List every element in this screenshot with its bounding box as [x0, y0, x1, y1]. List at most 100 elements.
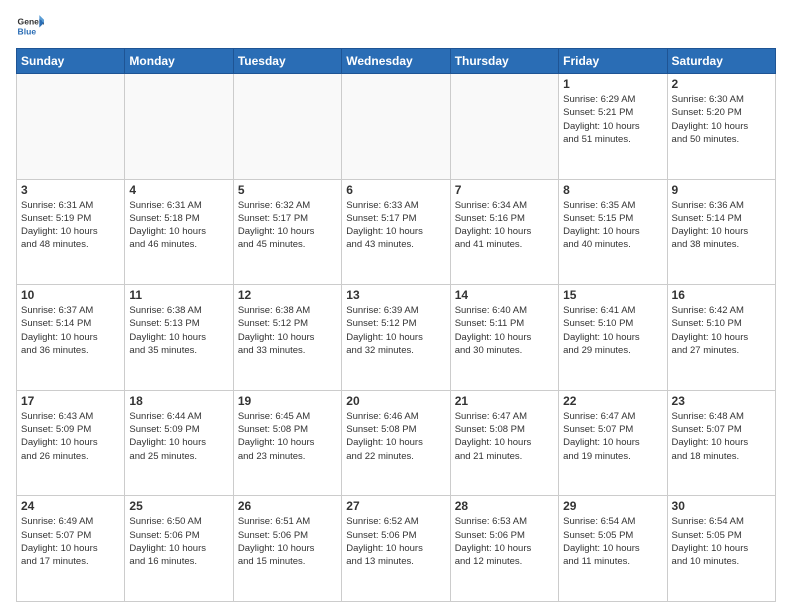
day-number: 29 [563, 499, 662, 513]
day-number: 17 [21, 394, 120, 408]
weekday-header-saturday: Saturday [667, 49, 775, 74]
weekday-header-monday: Monday [125, 49, 233, 74]
day-number: 11 [129, 288, 228, 302]
cell-info: Sunrise: 6:50 AM Sunset: 5:06 PM Dayligh… [129, 515, 228, 568]
calendar-cell: 16 Sunrise: 6:42 AM Sunset: 5:10 PM Dayli… [667, 285, 775, 391]
cell-info: Sunrise: 6:45 AM Sunset: 5:08 PM Dayligh… [238, 410, 337, 463]
day-number: 3 [21, 183, 120, 197]
cell-info: Sunrise: 6:35 AM Sunset: 5:15 PM Dayligh… [563, 199, 662, 252]
cell-info: Sunrise: 6:38 AM Sunset: 5:12 PM Dayligh… [238, 304, 337, 357]
calendar-cell: 1 Sunrise: 6:29 AM Sunset: 5:21 PM Daylig… [559, 74, 667, 180]
cell-info: Sunrise: 6:54 AM Sunset: 5:05 PM Dayligh… [563, 515, 662, 568]
cell-info: Sunrise: 6:29 AM Sunset: 5:21 PM Dayligh… [563, 93, 662, 146]
cell-info: Sunrise: 6:34 AM Sunset: 5:16 PM Dayligh… [455, 199, 554, 252]
weekday-header-row: SundayMondayTuesdayWednesdayThursdayFrid… [17, 49, 776, 74]
day-number: 7 [455, 183, 554, 197]
cell-info: Sunrise: 6:44 AM Sunset: 5:09 PM Dayligh… [129, 410, 228, 463]
cell-info: Sunrise: 6:31 AM Sunset: 5:19 PM Dayligh… [21, 199, 120, 252]
calendar-cell: 9 Sunrise: 6:36 AM Sunset: 5:14 PM Daylig… [667, 179, 775, 285]
calendar-cell: 13 Sunrise: 6:39 AM Sunset: 5:12 PM Dayli… [342, 285, 450, 391]
day-number: 14 [455, 288, 554, 302]
calendar-cell: 30Sunrise: 6:54 AM Sunset: 5:05 PM Dayli… [667, 496, 775, 602]
day-number: 10 [21, 288, 120, 302]
calendar-cell [17, 74, 125, 180]
logo: General Blue [16, 12, 44, 40]
calendar-cell: 28 Sunrise: 6:53 AM Sunset: 5:06 PM Dayli… [450, 496, 558, 602]
cell-info: Sunrise: 6:54 AM Sunset: 5:05 PM Dayligh… [672, 515, 771, 568]
day-number: 25 [129, 499, 228, 513]
cell-info: Sunrise: 6:46 AM Sunset: 5:08 PM Dayligh… [346, 410, 445, 463]
day-number: 6 [346, 183, 445, 197]
calendar-week-row: 24 Sunrise: 6:49 AM Sunset: 5:07 PM Dayli… [17, 496, 776, 602]
day-number: 2 [672, 77, 771, 91]
cell-info: Sunrise: 6:36 AM Sunset: 5:14 PM Dayligh… [672, 199, 771, 252]
calendar-cell: 21Sunrise: 6:47 AM Sunset: 5:08 PM Dayli… [450, 390, 558, 496]
svg-text:Blue: Blue [18, 27, 37, 37]
day-number: 5 [238, 183, 337, 197]
day-number: 13 [346, 288, 445, 302]
weekday-header-thursday: Thursday [450, 49, 558, 74]
cell-info: Sunrise: 6:39 AM Sunset: 5:12 PM Dayligh… [346, 304, 445, 357]
page: General Blue SundayMondayTuesdayWednesda… [0, 0, 792, 612]
calendar-cell: 19 Sunrise: 6:45 AM Sunset: 5:08 PM Dayli… [233, 390, 341, 496]
day-number: 8 [563, 183, 662, 197]
calendar-week-row: 17 Sunrise: 6:43 AM Sunset: 5:09 PM Dayli… [17, 390, 776, 496]
day-number: 26 [238, 499, 337, 513]
calendar-cell: 20 Sunrise: 6:46 AM Sunset: 5:08 PM Dayli… [342, 390, 450, 496]
calendar-cell: 24 Sunrise: 6:49 AM Sunset: 5:07 PM Dayli… [17, 496, 125, 602]
calendar-cell: 26Sunrise: 6:51 AM Sunset: 5:06 PM Dayli… [233, 496, 341, 602]
calendar-cell: 15 Sunrise: 6:41 AM Sunset: 5:10 PM Dayli… [559, 285, 667, 391]
day-number: 28 [455, 499, 554, 513]
calendar-cell: 12 Sunrise: 6:38 AM Sunset: 5:12 PM Dayli… [233, 285, 341, 391]
calendar-cell: 29 Sunrise: 6:54 AM Sunset: 5:05 PM Dayli… [559, 496, 667, 602]
calendar-cell: 27 Sunrise: 6:52 AM Sunset: 5:06 PM Dayli… [342, 496, 450, 602]
cell-info: Sunrise: 6:49 AM Sunset: 5:07 PM Dayligh… [21, 515, 120, 568]
cell-info: Sunrise: 6:43 AM Sunset: 5:09 PM Dayligh… [21, 410, 120, 463]
cell-info: Sunrise: 6:53 AM Sunset: 5:06 PM Dayligh… [455, 515, 554, 568]
calendar-cell: 3 Sunrise: 6:31 AM Sunset: 5:19 PM Daylig… [17, 179, 125, 285]
day-number: 23 [672, 394, 771, 408]
day-number: 27 [346, 499, 445, 513]
calendar-cell: 7 Sunrise: 6:34 AM Sunset: 5:16 PM Daylig… [450, 179, 558, 285]
calendar-cell: 5 Sunrise: 6:32 AM Sunset: 5:17 PM Daylig… [233, 179, 341, 285]
day-number: 15 [563, 288, 662, 302]
weekday-header-wednesday: Wednesday [342, 49, 450, 74]
cell-info: Sunrise: 6:38 AM Sunset: 5:13 PM Dayligh… [129, 304, 228, 357]
calendar-cell: 6 Sunrise: 6:33 AM Sunset: 5:17 PM Daylig… [342, 179, 450, 285]
weekday-header-friday: Friday [559, 49, 667, 74]
calendar-week-row: 10Sunrise: 6:37 AM Sunset: 5:14 PM Dayli… [17, 285, 776, 391]
day-number: 4 [129, 183, 228, 197]
day-number: 9 [672, 183, 771, 197]
calendar-week-row: 1 Sunrise: 6:29 AM Sunset: 5:21 PM Daylig… [17, 74, 776, 180]
day-number: 22 [563, 394, 662, 408]
calendar-cell [125, 74, 233, 180]
calendar-cell [450, 74, 558, 180]
cell-info: Sunrise: 6:48 AM Sunset: 5:07 PM Dayligh… [672, 410, 771, 463]
cell-info: Sunrise: 6:41 AM Sunset: 5:10 PM Dayligh… [563, 304, 662, 357]
calendar-cell: 8 Sunrise: 6:35 AM Sunset: 5:15 PM Daylig… [559, 179, 667, 285]
calendar-cell: 4Sunrise: 6:31 AM Sunset: 5:18 PM Daylig… [125, 179, 233, 285]
day-number: 24 [21, 499, 120, 513]
cell-info: Sunrise: 6:42 AM Sunset: 5:10 PM Dayligh… [672, 304, 771, 357]
header: General Blue [16, 12, 776, 40]
cell-info: Sunrise: 6:30 AM Sunset: 5:20 PM Dayligh… [672, 93, 771, 146]
day-number: 12 [238, 288, 337, 302]
day-number: 20 [346, 394, 445, 408]
cell-info: Sunrise: 6:47 AM Sunset: 5:08 PM Dayligh… [455, 410, 554, 463]
day-number: 16 [672, 288, 771, 302]
calendar-cell: 22Sunrise: 6:47 AM Sunset: 5:07 PM Dayli… [559, 390, 667, 496]
weekday-header-sunday: Sunday [17, 49, 125, 74]
calendar-cell: 17 Sunrise: 6:43 AM Sunset: 5:09 PM Dayli… [17, 390, 125, 496]
cell-info: Sunrise: 6:33 AM Sunset: 5:17 PM Dayligh… [346, 199, 445, 252]
cell-info: Sunrise: 6:52 AM Sunset: 5:06 PM Dayligh… [346, 515, 445, 568]
day-number: 1 [563, 77, 662, 91]
calendar-cell [342, 74, 450, 180]
calendar-table: SundayMondayTuesdayWednesdayThursdayFrid… [16, 48, 776, 602]
cell-info: Sunrise: 6:32 AM Sunset: 5:17 PM Dayligh… [238, 199, 337, 252]
calendar-week-row: 3 Sunrise: 6:31 AM Sunset: 5:19 PM Daylig… [17, 179, 776, 285]
day-number: 19 [238, 394, 337, 408]
calendar-cell: 25 Sunrise: 6:50 AM Sunset: 5:06 PM Dayli… [125, 496, 233, 602]
calendar-cell: 2 Sunrise: 6:30 AM Sunset: 5:20 PM Daylig… [667, 74, 775, 180]
general-blue-logo-icon: General Blue [16, 12, 44, 40]
weekday-header-tuesday: Tuesday [233, 49, 341, 74]
